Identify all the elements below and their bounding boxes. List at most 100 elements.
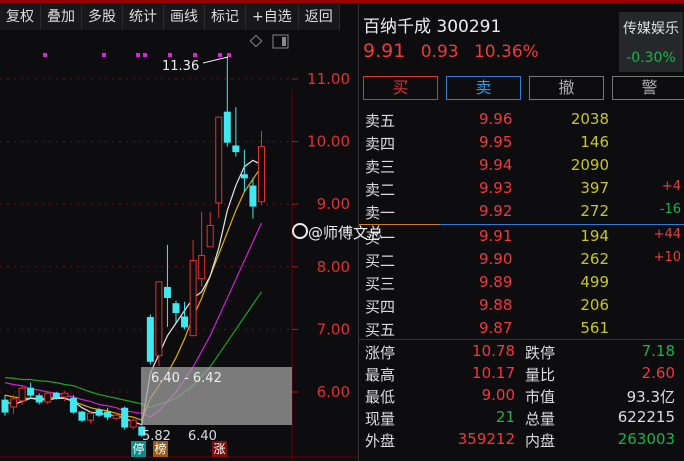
stat-item: 最高 10.17 <box>359 364 519 386</box>
level-price: 9.96 <box>479 110 513 128</box>
badge-suspend[interactable]: 停 <box>131 441 146 457</box>
signal-dot <box>227 53 231 57</box>
stat-item: 总量 622215 <box>519 408 679 430</box>
candle-up <box>155 281 163 357</box>
level-label: 卖四 <box>365 135 396 153</box>
level-volume: 262 <box>580 250 609 268</box>
order-book-row[interactable]: 卖三 9.94 2090 <box>365 156 683 179</box>
panel-toggle-icon-fill <box>282 37 286 46</box>
price-change: 0.93 <box>420 42 459 62</box>
order-book-row[interactable]: 买二 9.90 262 +10 <box>365 250 683 273</box>
level-label: 卖五 <box>365 112 396 130</box>
stats-divider <box>359 339 684 340</box>
candle-up <box>129 419 137 428</box>
order-book-row[interactable]: 买一 9.91 194 +44 <box>365 227 683 250</box>
order-book-row[interactable]: 买四 9.88 206 <box>365 296 683 319</box>
stat-label: 内盘 <box>525 432 556 450</box>
stat-label: 跌停 <box>525 344 556 362</box>
stat-item: 量比 2.60 <box>519 364 679 386</box>
level-volume: 499 <box>580 273 609 291</box>
price-label: 8.00 <box>317 258 350 276</box>
price-change-pct: 10.36% <box>473 42 539 62</box>
last-price: 9.91 <box>363 40 406 62</box>
level-delta: +10 <box>653 250 681 265</box>
toolbar-button[interactable]: 复权 <box>0 4 41 30</box>
level-delta: +44 <box>653 227 681 242</box>
level-volume: 561 <box>580 319 609 337</box>
order-book-row[interactable]: 卖一 9.92 272 -16 <box>365 202 683 225</box>
stat-item: 外盘 359212 <box>359 430 519 452</box>
cancel-order-button[interactable]: 撤 <box>529 76 604 100</box>
badge-list[interactable]: 榜 <box>153 441 168 457</box>
high-arrow <box>202 56 229 64</box>
candle-up <box>87 412 94 421</box>
candle-down <box>27 387 35 396</box>
level-price: 9.95 <box>479 133 513 151</box>
stat-value: 21 <box>495 408 515 426</box>
toolbar-button[interactable]: 返回 <box>298 4 340 30</box>
candle-down <box>121 407 129 428</box>
stat-label: 现量 <box>365 410 396 428</box>
order-book-row[interactable]: 卖二 9.93 397 +4 <box>365 179 683 202</box>
level-price: 9.91 <box>479 227 513 245</box>
kline-chart[interactable]: 11.00 10.00 9.00 8.00 7.00 6.00 11.36 5.82 6.40 … <box>0 31 358 461</box>
order-book-row[interactable]: 买三 9.89 499 <box>365 273 683 296</box>
stat-value: 9.00 <box>481 386 515 404</box>
price-label: 11.00 <box>307 70 350 88</box>
quote-panel: 百纳千成 300291 9.91 0.93 10.36% 传媒娱乐 -0.30%… <box>358 4 684 461</box>
toolbar-button[interactable]: 统计 <box>123 4 164 30</box>
signal-dot <box>193 53 197 57</box>
signal-dot <box>136 53 140 57</box>
price-label: 6.00 <box>317 383 350 401</box>
stat-label: 量比 <box>525 366 556 384</box>
stat-item: 现量 21 <box>359 408 519 430</box>
candle-down <box>232 145 240 153</box>
signal-dot <box>218 53 222 57</box>
alert-button[interactable]: 警 <box>612 76 684 100</box>
chart-toolbar: 复权 叠加 多股 统计 画线 标记 +自选 返回 <box>0 4 340 30</box>
level-price: 9.88 <box>479 296 513 314</box>
candle-down <box>95 409 103 416</box>
level-label: 卖三 <box>365 158 396 176</box>
stat-item: 涨停 10.78 <box>359 342 519 364</box>
candle-down <box>249 185 257 207</box>
badge-limit-up[interactable]: 涨 <box>212 441 227 457</box>
level-label: 买二 <box>365 252 396 270</box>
price-label: 10.00 <box>307 133 350 151</box>
toolbar-button[interactable]: 标记 <box>205 4 246 30</box>
order-book-row[interactable]: 卖五 9.96 2038 <box>365 110 683 133</box>
toolbar-button[interactable]: 多股 <box>82 4 123 30</box>
candle-down <box>69 397 77 413</box>
stat-label: 最高 <box>365 366 396 384</box>
candle-down <box>52 392 60 398</box>
signal-dot <box>168 53 172 57</box>
sector-box[interactable]: 传媒娱乐 -0.30% <box>619 12 683 72</box>
signal-dot <box>143 53 147 57</box>
toolbar-button[interactable]: 画线 <box>164 4 205 30</box>
level-volume: 397 <box>580 179 609 197</box>
level-label: 买四 <box>365 298 396 316</box>
high-annotation: 11.36 <box>162 59 199 74</box>
level-price: 9.93 <box>479 179 513 197</box>
order-book-row[interactable]: 卖四 9.95 146 <box>365 133 683 156</box>
stat-label: 外盘 <box>365 432 396 450</box>
price-label: 9.00 <box>317 195 350 213</box>
price-row: 9.91 0.93 10.36% <box>363 40 549 62</box>
stat-value: 10.17 <box>472 364 515 382</box>
sell-button[interactable]: 卖 <box>446 76 521 100</box>
candle-down <box>181 316 189 328</box>
signal-dot <box>102 53 106 57</box>
candle-down <box>78 411 86 421</box>
level-price: 9.89 <box>479 273 513 291</box>
buy-button[interactable]: 买 <box>363 76 438 100</box>
stat-value: 93.3亿 <box>626 388 675 406</box>
stat-label: 市值 <box>525 388 556 406</box>
candle-down <box>172 303 180 313</box>
weibo-icon <box>292 223 308 239</box>
level-delta: -16 <box>659 202 681 217</box>
toolbar-button[interactable]: 叠加 <box>41 4 82 30</box>
toolbar-button[interactable]: +自选 <box>246 4 299 30</box>
candle-up <box>18 387 26 402</box>
level-price: 9.94 <box>479 156 513 174</box>
range-selection-box: 6.40 - 6.42 <box>141 367 292 425</box>
